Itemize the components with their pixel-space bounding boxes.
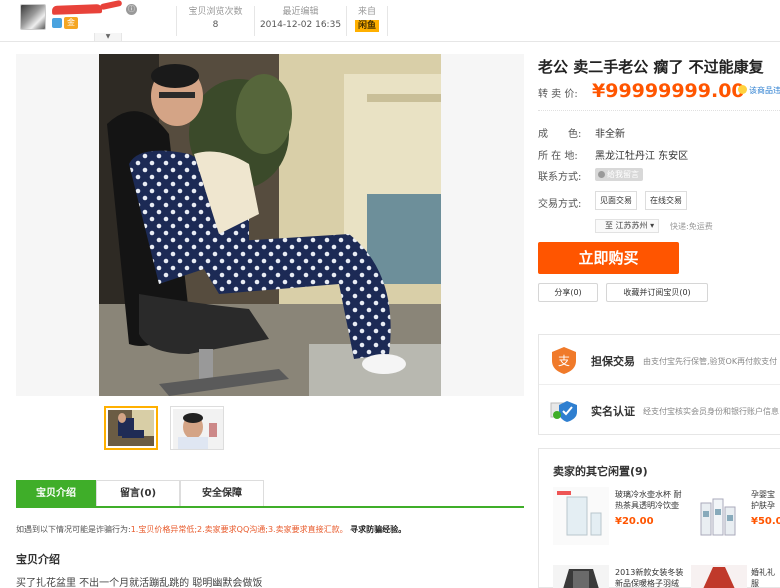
top-bar: ⓘ 金 ▼ 宝贝浏览次数 8 最近编辑 2014-12-02 16:35 来自 … <box>0 0 780 42</box>
edited-stat: 最近编辑 2014-12-02 16:35 <box>254 6 346 36</box>
other-item-3-name[interactable]: 2013新款女装冬装新品保暖格子羽绒 <box>615 567 685 588</box>
skincare-bottles-image <box>691 487 747 545</box>
report-link[interactable]: 该商品违规 <box>738 85 780 96</box>
jacket-image <box>553 565 609 588</box>
thumbnail-2-image <box>173 409 223 449</box>
edited-label: 最近编辑 <box>282 7 319 17</box>
other-item-3-image[interactable] <box>553 565 609 588</box>
condition-value: 非全新 <box>595 129 625 140</box>
thumbnail-2[interactable] <box>170 406 224 450</box>
chevron-down-icon[interactable]: ▼ <box>94 33 122 42</box>
contact-label: 联系方式: <box>538 172 582 183</box>
thumbnail-1[interactable] <box>104 406 158 450</box>
anti-fraud-link[interactable]: 寻求防骗经验。 <box>350 525 406 534</box>
other-item-1-name[interactable]: 玻璃冷水壶水杯 耐热茶具透明冷饮壶 <box>615 489 685 511</box>
seller-name-redacted-tail <box>99 0 123 11</box>
message-icon <box>598 171 605 178</box>
escrow-description: 由支付宝先行保管,验货OK再付款支付 <box>643 357 778 366</box>
alipay-icon: 支 <box>552 347 576 374</box>
seller-info: ⓘ 金 ▼ <box>16 0 176 42</box>
verification-title: 实名认证 <box>591 405 635 418</box>
other-items-title: 卖家的其它闲置(9) <box>553 465 648 478</box>
main-photo-image <box>99 54 441 396</box>
condition-label: 成 色: <box>538 129 582 140</box>
seller-name-redacted <box>51 4 103 15</box>
location-value: 黑龙江牡丹江 东安区 <box>595 151 689 162</box>
other-item-2-name[interactable]: 孕婴宝护肤孕妇洗发 <box>751 489 780 511</box>
shipping-region-select[interactable]: 至 江苏苏州 ▾ <box>595 219 660 233</box>
source-label: 来自 <box>357 7 376 17</box>
views-stat: 宝贝浏览次数 8 <box>176 6 254 36</box>
escrow-title: 担保交易 <box>591 355 635 368</box>
other-item-2-price: ¥50.00 <box>751 516 780 527</box>
verification-description: 经支付宝核实会员身份和银行账户信息 <box>643 407 779 416</box>
source-stat: 来自 闲鱼 <box>346 6 388 36</box>
detail-tabs: 宝贝介绍 留言(0) 安全保障 <box>16 480 524 508</box>
gold-badge: 金 <box>64 17 78 29</box>
other-item-4-image[interactable] <box>691 565 747 588</box>
escrow-row: 支 担保交易 由支付宝先行保管,验货OK再付款支付 <box>539 335 780 385</box>
shipping-fee: 快递:免运费 <box>670 222 713 231</box>
vip-icon <box>52 18 62 28</box>
shield-check-icon <box>550 401 577 422</box>
leave-message-label: 给我留言 <box>607 170 639 179</box>
tab-security[interactable]: 安全保障 <box>180 480 264 506</box>
other-item-2-image[interactable] <box>691 487 747 545</box>
views-label: 宝贝浏览次数 <box>188 7 243 17</box>
buy-now-button[interactable]: 立即购买 <box>538 242 679 274</box>
tab-messages[interactable]: 留言(0) <box>96 480 180 506</box>
divider <box>538 110 780 111</box>
seller-level-icon: ⓘ <box>126 4 137 15</box>
price-label: 转 卖 价: <box>538 89 578 100</box>
views-value: 8 <box>212 20 219 30</box>
chevron-down-icon: ▾ <box>650 221 655 230</box>
svg-text:支: 支 <box>558 354 570 368</box>
description-title: 宝贝介绍 <box>16 553 60 566</box>
region-value: 至 江苏苏州 <box>605 221 648 230</box>
source-badge[interactable]: 闲鱼 <box>354 20 379 32</box>
fraud-warning-3: 3.卖家要求直接汇款。 <box>267 525 348 534</box>
fraud-warning-2: 2.卖家要求QQ沟通; <box>197 525 268 534</box>
trade-option-meet[interactable]: 见面交易 <box>595 191 637 210</box>
verification-row: 实名认证 经支付宝核实会员身份和银行账户信息 <box>539 385 780 435</box>
guarantee-panel: 支 担保交易 由支付宝先行保管,验货OK再付款支付 实名认证 经支付宝核实会员身… <box>538 334 780 435</box>
report-label: 该商品违规 <box>749 86 780 95</box>
main-photo-frame <box>16 54 524 396</box>
other-item-1-price: ¥20.00 <box>615 516 654 527</box>
edited-value: 2014-12-02 16:35 <box>259 20 342 30</box>
leave-message-button[interactable]: 给我留言 <box>595 168 643 181</box>
trade-option-online[interactable]: 在线交易 <box>645 191 687 210</box>
glass-pitcher-image <box>553 487 609 545</box>
fraud-notice-lead: 如遇到以下情况可能是诈骗行为: <box>16 525 131 534</box>
other-item-1-image[interactable] <box>553 487 609 545</box>
share-button[interactable]: 分享(0) <box>538 283 598 302</box>
fraud-notice: 如遇到以下情况可能是诈骗行为:1.宝贝价格异常低;2.卖家要求QQ沟通;3.卖家… <box>16 524 406 535</box>
lightbulb-icon <box>738 85 747 94</box>
fraud-warning-1: 1.宝贝价格异常低; <box>130 525 198 534</box>
tab-description[interactable]: 宝贝介绍 <box>16 480 96 506</box>
other-item-4-name[interactable]: 婚礼礼服 <box>751 567 780 588</box>
thumbnail-1-image <box>108 410 154 446</box>
item-price: ¥99999999.00 <box>592 80 745 102</box>
favorite-button[interactable]: 收藏并订阅宝贝(0) <box>606 283 708 302</box>
seller-other-items: 卖家的其它闲置(9) 玻璃冷水壶水杯 耐热茶具透明冷饮壶 ¥20.00 孕婴宝护… <box>538 448 780 588</box>
location-label: 所 在 地: <box>538 151 578 162</box>
item-title: 老公 卖二手老公 瘸了 不过能康复 <box>538 58 764 76</box>
seller-avatar[interactable] <box>20 4 46 30</box>
dress-image <box>691 565 747 588</box>
description-text: 买了扎花盆里 不出一个月就活蹦乱跳的 聪明幽默会做饭 <box>16 578 263 588</box>
trade-label: 交易方式: <box>538 199 582 210</box>
main-photo[interactable] <box>99 54 441 396</box>
